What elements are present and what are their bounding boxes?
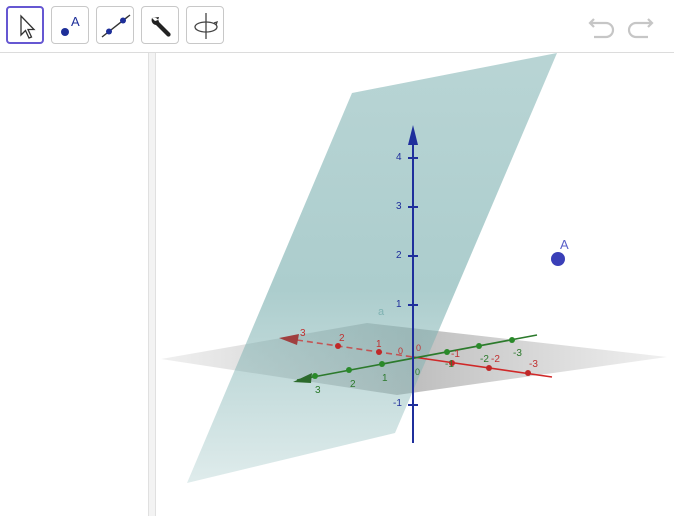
- arrow-cursor-icon: [20, 14, 36, 39]
- x-tick-label: -2: [491, 354, 500, 365]
- point-tool-button[interactable]: A: [51, 6, 89, 44]
- point-tool-label: A: [71, 14, 80, 29]
- origin-label: 0: [415, 367, 420, 377]
- z-tick-label: 3: [396, 201, 402, 212]
- plane-a[interactable]: [187, 53, 557, 483]
- graphics-3d-view[interactable]: 4 3 2 1 -1 3 2 1 -1 -2 -3 3 2 1 -1 -2 -3…: [157, 53, 674, 516]
- y-tick-label: 1: [382, 373, 388, 384]
- point-a[interactable]: [551, 252, 565, 266]
- x-tick-label: -3: [529, 359, 538, 370]
- line-through-points-icon: [101, 14, 131, 38]
- y-tick-label: 3: [315, 385, 321, 396]
- move-tool-button[interactable]: [6, 6, 44, 44]
- tools-menu-button[interactable]: [141, 6, 179, 44]
- point-a-label: A: [560, 237, 569, 252]
- line-tool-button[interactable]: [96, 6, 134, 44]
- y-tick-label: -3: [513, 348, 522, 359]
- z-tick-label: 4: [396, 152, 402, 163]
- origin-label: 0: [398, 346, 403, 356]
- x-tick-label: 1: [376, 339, 382, 350]
- rotate-view-tool-button[interactable]: [186, 6, 224, 44]
- rotate-3d-icon: [194, 13, 219, 39]
- redo-button[interactable]: [624, 10, 656, 42]
- x-tick-label: 2: [339, 333, 345, 344]
- y-tick-label: 2: [350, 379, 356, 390]
- point-icon: A: [61, 14, 80, 36]
- x-tick-label: 3: [300, 328, 306, 339]
- redo-icon: [627, 18, 654, 39]
- y-tick-label: -1: [445, 359, 454, 370]
- z-tick-label: -1: [393, 398, 402, 409]
- toolbar: A: [0, 0, 674, 53]
- graphics-3d-canvas[interactable]: 4 3 2 1 -1 3 2 1 -1 -2 -3 3 2 1 -1 -2 -3…: [157, 53, 674, 516]
- undo-icon: [588, 18, 615, 39]
- algebra-view[interactable]: [0, 53, 148, 516]
- origin-label: 0: [416, 343, 421, 353]
- view-divider[interactable]: [148, 53, 156, 516]
- z-tick-label: 2: [396, 250, 402, 261]
- y-tick-label: -2: [480, 354, 489, 365]
- plane-a-label: a: [378, 306, 385, 318]
- z-tick-label: 1: [396, 299, 402, 310]
- wrench-icon: [151, 17, 171, 37]
- undo-button[interactable]: [586, 10, 618, 42]
